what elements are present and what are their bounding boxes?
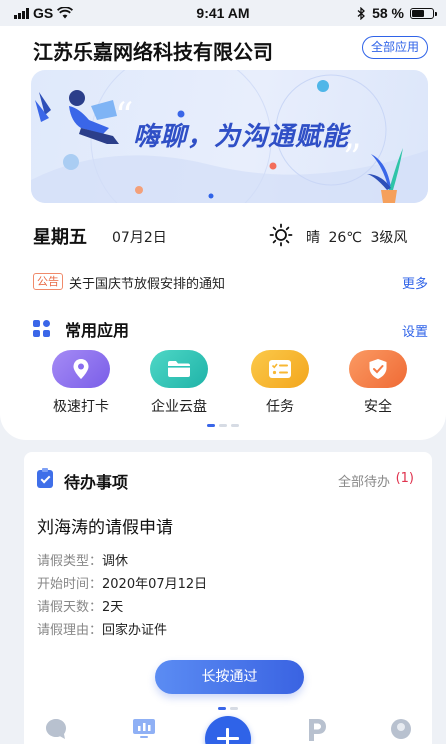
app-fast-checkin[interactable]: 极速打卡 bbox=[41, 350, 121, 416]
field-start-time: 开始时间：2020年07月12日 bbox=[37, 573, 207, 592]
page-dot bbox=[230, 707, 238, 710]
page-dot-active bbox=[207, 424, 215, 427]
field-key: 请假理由： bbox=[37, 623, 103, 638]
apps-settings-link[interactable]: 设置 bbox=[402, 321, 428, 340]
app-label: 企业云盘 bbox=[151, 399, 207, 415]
notice-text[interactable]: 关于国庆节放假安排的通知 bbox=[69, 273, 225, 292]
apps-page-indicator bbox=[0, 424, 446, 427]
app-icon-bg bbox=[52, 350, 110, 388]
temperature: 26℃ bbox=[328, 230, 362, 246]
date-weather-row: 星期五 07月2日 晴 26℃ 3级风 bbox=[33, 223, 433, 253]
status-bar: GS 9:41 AM 58 % bbox=[0, 0, 446, 26]
weekday: 星期五 bbox=[33, 227, 87, 247]
all-apps-button[interactable]: 全部应用 bbox=[361, 36, 428, 59]
todo-title: 待办事项 bbox=[64, 475, 129, 492]
all-todo-link[interactable]: 全部待办 bbox=[338, 471, 390, 490]
page-dot-active bbox=[218, 707, 226, 710]
app-label: 极速打卡 bbox=[53, 399, 109, 415]
app-icon-bg bbox=[150, 350, 208, 388]
long-press-approve-button[interactable]: 长按通过 bbox=[155, 660, 304, 694]
bluetooth-icon bbox=[357, 6, 366, 20]
dashboard-icon[interactable] bbox=[132, 718, 156, 740]
common-apps-title: 常用应用 bbox=[65, 323, 130, 340]
notice-more-link[interactable]: 更多 bbox=[402, 273, 428, 292]
todo-count: (1) bbox=[395, 471, 414, 486]
app-label: 任务 bbox=[266, 399, 294, 415]
checklist-icon bbox=[269, 360, 291, 378]
battery-icon bbox=[410, 7, 437, 19]
page-dot bbox=[219, 424, 227, 427]
date: 07月2日 bbox=[112, 230, 167, 246]
weather-condition: 晴 bbox=[306, 230, 320, 246]
battery-fill bbox=[412, 9, 424, 17]
location-pin-icon bbox=[73, 359, 89, 379]
grid-icon bbox=[33, 320, 50, 337]
app-tasks[interactable]: 任务 bbox=[240, 350, 320, 416]
field-leave-type: 请假类型：调休 bbox=[37, 550, 128, 569]
todo-page-indicator bbox=[24, 707, 432, 710]
field-value: 回家办证件 bbox=[102, 623, 168, 638]
shield-icon bbox=[369, 359, 387, 379]
status-right: 58 % bbox=[357, 5, 437, 21]
field-leave-reason: 请假理由：回家办证件 bbox=[37, 619, 167, 638]
field-value: 2020年07月12日 bbox=[102, 577, 208, 592]
company-name: 江苏乐嘉网络科技有限公司 bbox=[33, 42, 273, 64]
field-key: 请假类型： bbox=[37, 554, 103, 569]
app-cloud-drive[interactable]: 企业云盘 bbox=[139, 350, 219, 416]
home-top-card: 江苏乐嘉网络科技有限公司 全部应用 “ ” 嗨聊，为沟通赋能 星期五 07月2日… bbox=[0, 26, 446, 440]
app-label: 安全 bbox=[364, 399, 392, 415]
app-icon-bg bbox=[349, 350, 407, 388]
battery-percent: 58 % bbox=[372, 5, 404, 21]
common-apps-header: 常用应用 设置 bbox=[33, 316, 428, 340]
field-key: 开始时间： bbox=[37, 577, 103, 592]
svg-text:“: “ bbox=[115, 96, 133, 137]
request-title[interactable]: 刘海涛的请假申请 bbox=[37, 513, 173, 538]
promo-banner[interactable]: “ ” 嗨聊，为沟通赋能 bbox=[31, 70, 428, 203]
app-icon-bg bbox=[251, 350, 309, 388]
p-icon[interactable] bbox=[306, 718, 328, 742]
todo-card: 待办事项 全部待办 (1) 刘海涛的请假申请 请假类型：调休 开始时间：2020… bbox=[24, 452, 432, 744]
folder-icon bbox=[168, 361, 190, 377]
weather-text: 晴 26℃ 3级风 bbox=[306, 227, 407, 247]
notice-row[interactable]: 公告 关于国庆节放假安排的通知 更多 bbox=[33, 272, 428, 292]
wind-level: 3级风 bbox=[370, 230, 408, 246]
sun-icon bbox=[269, 223, 293, 247]
clipboard-icon bbox=[37, 468, 53, 488]
field-leave-days: 请假天数：2天 bbox=[37, 596, 123, 615]
field-value: 调休 bbox=[102, 554, 129, 569]
field-key: 请假天数： bbox=[37, 600, 103, 615]
field-value: 2天 bbox=[102, 600, 124, 615]
page-dot bbox=[231, 424, 239, 427]
app-security[interactable]: 安全 bbox=[338, 350, 418, 416]
banner-slogan: 嗨聊，为沟通赋能 bbox=[133, 121, 350, 151]
chat-icon[interactable] bbox=[45, 718, 67, 740]
notice-badge: 公告 bbox=[33, 273, 63, 290]
profile-icon[interactable] bbox=[390, 718, 412, 740]
